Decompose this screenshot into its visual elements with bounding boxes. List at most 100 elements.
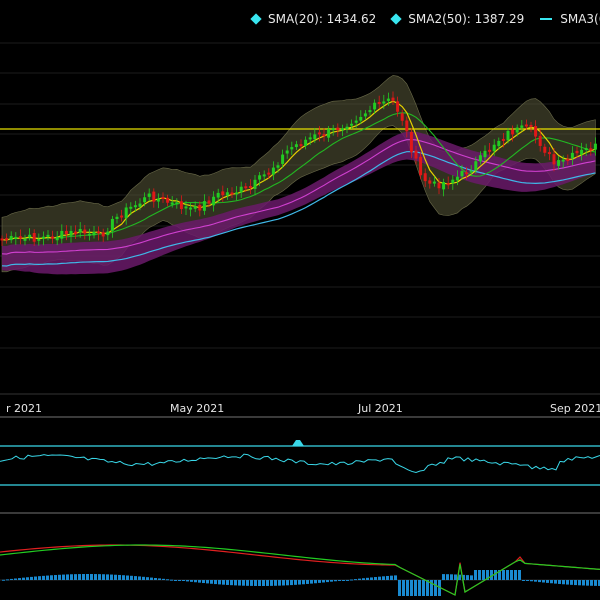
candle-body [290, 147, 294, 150]
macd-bar [334, 580, 337, 582]
macd-bar [518, 570, 521, 580]
macd-bar [98, 574, 101, 580]
macd-bar [410, 580, 413, 596]
macd-bar [306, 580, 309, 584]
macd-bar [226, 580, 229, 585]
macd-bar [70, 574, 73, 580]
macd-bar [90, 574, 93, 580]
candle-body [543, 146, 547, 153]
candle-body [138, 203, 142, 207]
candle-body [78, 228, 82, 233]
macd-bar [22, 577, 25, 580]
macd-bar [282, 580, 285, 586]
candle-body [368, 110, 372, 113]
macd-bar [234, 580, 237, 586]
macd-bar [354, 579, 357, 581]
candle-body [589, 148, 593, 151]
candle-body [465, 172, 469, 175]
candle-body [501, 138, 505, 141]
macd-bar [270, 580, 273, 586]
candle-body [124, 207, 128, 219]
macd-bar [254, 580, 257, 586]
macd-bar [130, 575, 133, 580]
macd-bar [510, 570, 513, 580]
candle-body [336, 127, 340, 131]
candle-body [524, 124, 528, 127]
candle-body [557, 160, 561, 166]
macd-bar [506, 570, 509, 580]
macd-bar [454, 574, 457, 580]
macd-bar [74, 574, 77, 580]
candle-body [51, 236, 55, 239]
macd-bar [502, 570, 505, 580]
macd-bar [206, 580, 209, 584]
macd-bar [198, 580, 201, 583]
macd-bar [346, 579, 349, 581]
macd-bar [138, 576, 141, 580]
candle-body [584, 148, 588, 151]
candle-body [120, 215, 124, 218]
candle-body [391, 97, 395, 101]
macd-bar [190, 580, 193, 582]
candle-body [41, 236, 45, 239]
macd-bar [110, 574, 113, 580]
candle-body [207, 200, 211, 204]
candle-body [363, 113, 367, 117]
candle-body [230, 192, 234, 195]
macd-bar [246, 580, 249, 586]
macd-bar [522, 580, 525, 581]
candle-body [14, 236, 18, 239]
macd-bar [542, 580, 545, 583]
oscillator-line [0, 440, 600, 474]
macd-bar [214, 580, 217, 585]
candle-body [74, 231, 78, 235]
candle-body [451, 179, 455, 184]
oscillator-polyline [0, 453, 600, 474]
candle-body [64, 230, 68, 235]
candle-body [405, 120, 409, 132]
macd-bar [194, 580, 197, 583]
x-tick-label: r 2021 [6, 402, 42, 415]
macd-bar [566, 580, 569, 585]
candle-body [492, 144, 496, 152]
stock-chart: r 2021 May 2021 Jul 2021 Sep 2021 [0, 42, 600, 596]
macd-bar [418, 580, 421, 596]
candle-body [354, 120, 358, 123]
macd-bar [550, 580, 553, 584]
candle-body [377, 101, 381, 104]
macd-bar [350, 579, 353, 581]
candle-body [570, 152, 574, 159]
candle-body [313, 134, 317, 140]
candle-body [566, 159, 570, 162]
macd-bar [6, 579, 9, 581]
macd-bar [414, 580, 417, 596]
macd-bar [238, 580, 241, 586]
macd-bar [546, 580, 549, 583]
macd-bar [538, 580, 541, 583]
candle-body [276, 165, 280, 168]
macd-bar [222, 580, 225, 585]
macd-bar [342, 580, 345, 581]
candle-body [156, 198, 160, 202]
candle-body [469, 170, 473, 173]
candle-body [248, 185, 252, 188]
macd-bar [122, 575, 125, 580]
candle-body [97, 231, 101, 234]
candle-body [239, 186, 243, 193]
candle-body [60, 230, 64, 239]
macd-bar [2, 579, 5, 581]
macd-bar [554, 580, 557, 584]
candle-body [235, 192, 239, 195]
macd-bar [294, 580, 297, 585]
candle-body [115, 216, 119, 220]
candle-body [161, 196, 165, 199]
macd-bar [298, 580, 301, 585]
candle-body [285, 150, 289, 154]
macd-bar [526, 580, 529, 581]
macd-bar [358, 578, 361, 580]
macd-bar [218, 580, 221, 585]
macd-bar [78, 574, 81, 580]
candle-body [308, 137, 312, 140]
macd-bar [310, 580, 313, 584]
candle-body [221, 191, 225, 196]
